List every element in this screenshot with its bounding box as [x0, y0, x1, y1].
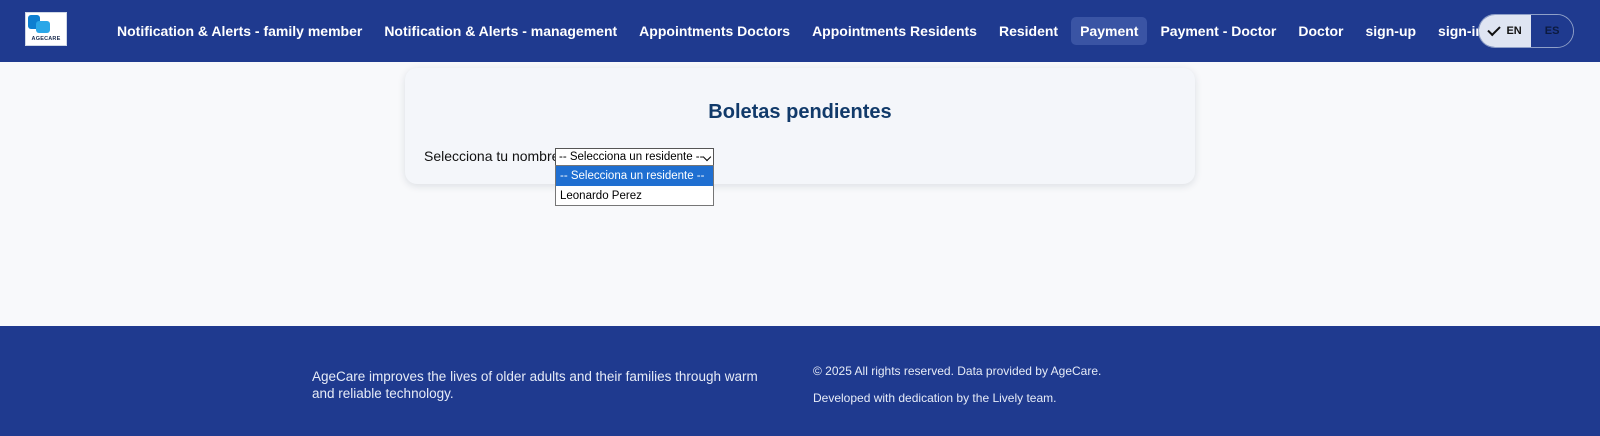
language-toggle: EN ES [1478, 14, 1574, 48]
agecare-logo[interactable]: AGECARE [25, 12, 67, 46]
resident-select-value: -- Selecciona un residente -- [559, 151, 704, 163]
footer-copyright: © 2025 All rights reserved. Data provide… [813, 364, 1102, 378]
language-es-label: ES [1544, 25, 1560, 37]
footer-about-text: AgeCare improves the lives of older adul… [312, 369, 758, 401]
language-en-button[interactable]: EN [1479, 15, 1532, 47]
main-nav: Notification & Alerts - family member No… [108, 17, 1493, 45]
nav-notification-management[interactable]: Notification & Alerts - management [375, 17, 626, 45]
logo-text: AGECARE [31, 36, 61, 42]
resident-select[interactable]: -- Selecciona un residente -- [555, 148, 714, 166]
chevron-down-icon [702, 152, 712, 162]
nav-payment[interactable]: Payment [1071, 17, 1148, 45]
nav-sign-up[interactable]: sign-up [1357, 17, 1426, 45]
nav-appointments-residents[interactable]: Appointments Residents [803, 17, 986, 45]
language-es-button[interactable]: ES [1531, 15, 1573, 47]
page-title: Boletas pendientes [708, 101, 892, 123]
logo-mark-accent-icon [36, 21, 50, 33]
nav-resident[interactable]: Resident [990, 17, 1067, 45]
nav-doctor[interactable]: Doctor [1289, 17, 1352, 45]
dropdown-option-placeholder[interactable]: -- Selecciona un residente -- [556, 166, 713, 186]
resident-dropdown-list: -- Selecciona un residente -- Leonardo P… [555, 165, 714, 206]
nav-appointments-doctors[interactable]: Appointments Doctors [630, 17, 799, 45]
language-en-label: EN [1506, 25, 1522, 37]
check-icon [1487, 22, 1502, 37]
nav-payment-doctor[interactable]: Payment - Doctor [1151, 17, 1285, 45]
footer-credits: Developed with dedication by the Lively … [813, 391, 1057, 405]
top-navbar: AGECARE Notification & Alerts - family m… [0, 0, 1600, 62]
resident-select-label: Selecciona tu nombre: [424, 148, 564, 164]
dropdown-option-leonardo-perez[interactable]: Leonardo Perez [556, 186, 713, 206]
pending-invoices-card: Boletas pendientes Selecciona tu nombre:… [405, 68, 1195, 184]
site-footer: AgeCare improves the lives of older adul… [0, 326, 1600, 436]
nav-notification-family[interactable]: Notification & Alerts - family member [108, 17, 371, 45]
